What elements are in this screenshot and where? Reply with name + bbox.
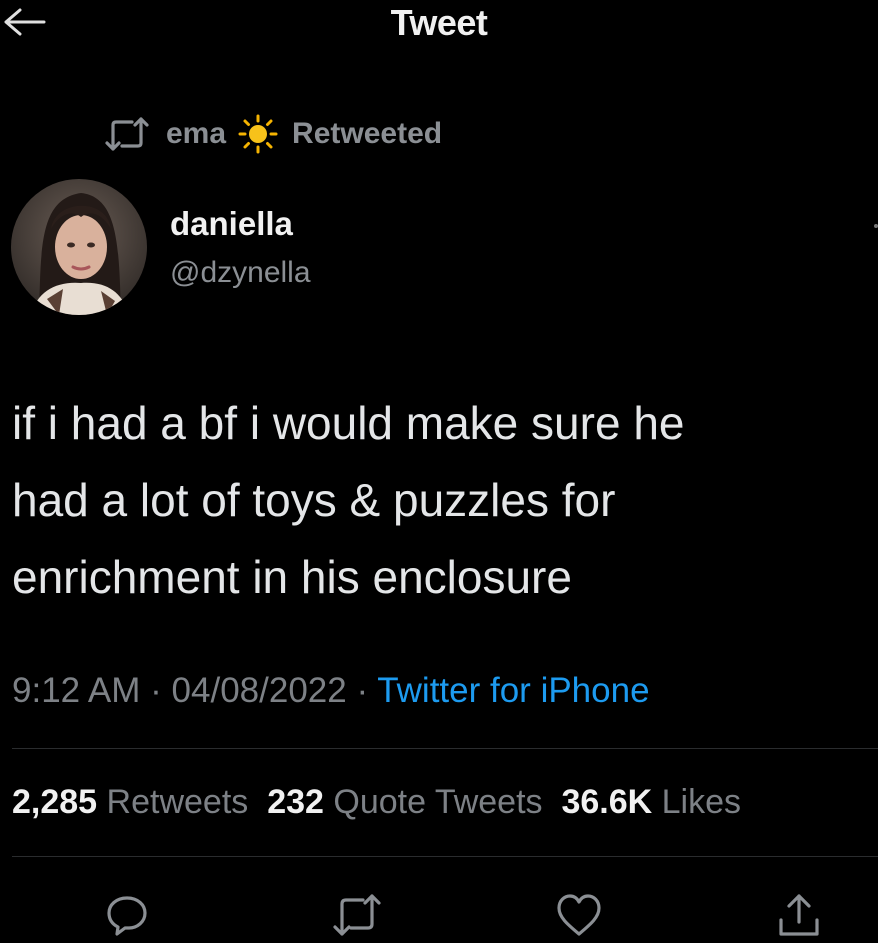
- more-options-icon[interactable]: [874, 224, 878, 228]
- quotes-count: 232: [267, 783, 324, 821]
- author-display-name[interactable]: daniella: [170, 205, 293, 243]
- tweet-text: if i had a bf i would make sure he had a…: [12, 385, 862, 616]
- engagement-stats: 2,285 Retweets 232 Quote Tweets 36.6K Li…: [12, 783, 741, 822]
- tweet-line: had a lot of toys & puzzles for: [12, 474, 616, 526]
- reply-icon[interactable]: [103, 890, 151, 938]
- share-icon[interactable]: [775, 890, 823, 938]
- separator: ·: [356, 671, 369, 710]
- separator: ·: [150, 671, 162, 710]
- action-bar: [0, 890, 878, 938]
- retweets-count: 2,285: [12, 783, 98, 821]
- tweet-line: if i had a bf i would make sure he: [12, 397, 685, 449]
- likes-count: 36.6K: [561, 783, 653, 821]
- quote-tweets-stat[interactable]: 232 Quote Tweets: [267, 783, 542, 821]
- sun-icon: [238, 114, 278, 154]
- retweets-stat[interactable]: 2,285 Retweets: [12, 783, 248, 821]
- retweet-icon: [105, 117, 149, 151]
- avatar[interactable]: [11, 179, 147, 315]
- tweet-line: enrichment in his enclosure: [12, 551, 572, 603]
- tweet-time: 9:12 AM: [12, 671, 141, 710]
- like-icon[interactable]: [553, 890, 605, 938]
- author-handle[interactable]: @dzynella: [170, 256, 311, 290]
- retweet-action-icon[interactable]: [331, 890, 383, 938]
- likes-label: Likes: [661, 783, 742, 821]
- retweet-context: ema Retweeted: [104, 114, 442, 154]
- tweet-metadata: 9:12 AM · 04/08/2022 · Twitter for iPhon…: [12, 671, 650, 711]
- retweeted-label: Retweeted: [292, 117, 443, 150]
- tweet-date: 04/08/2022: [171, 671, 347, 710]
- divider: [12, 748, 878, 749]
- tweet-source-link[interactable]: Twitter for iPhone: [377, 671, 649, 710]
- quotes-label: Quote Tweets: [333, 783, 543, 821]
- retweeter-name[interactable]: ema: [166, 117, 226, 151]
- page-title: Tweet: [390, 2, 488, 43]
- retweets-label: Retweets: [106, 783, 249, 821]
- likes-stat[interactable]: 36.6K Likes: [561, 783, 741, 821]
- top-bar: Tweet: [0, 0, 878, 60]
- divider: [12, 856, 878, 857]
